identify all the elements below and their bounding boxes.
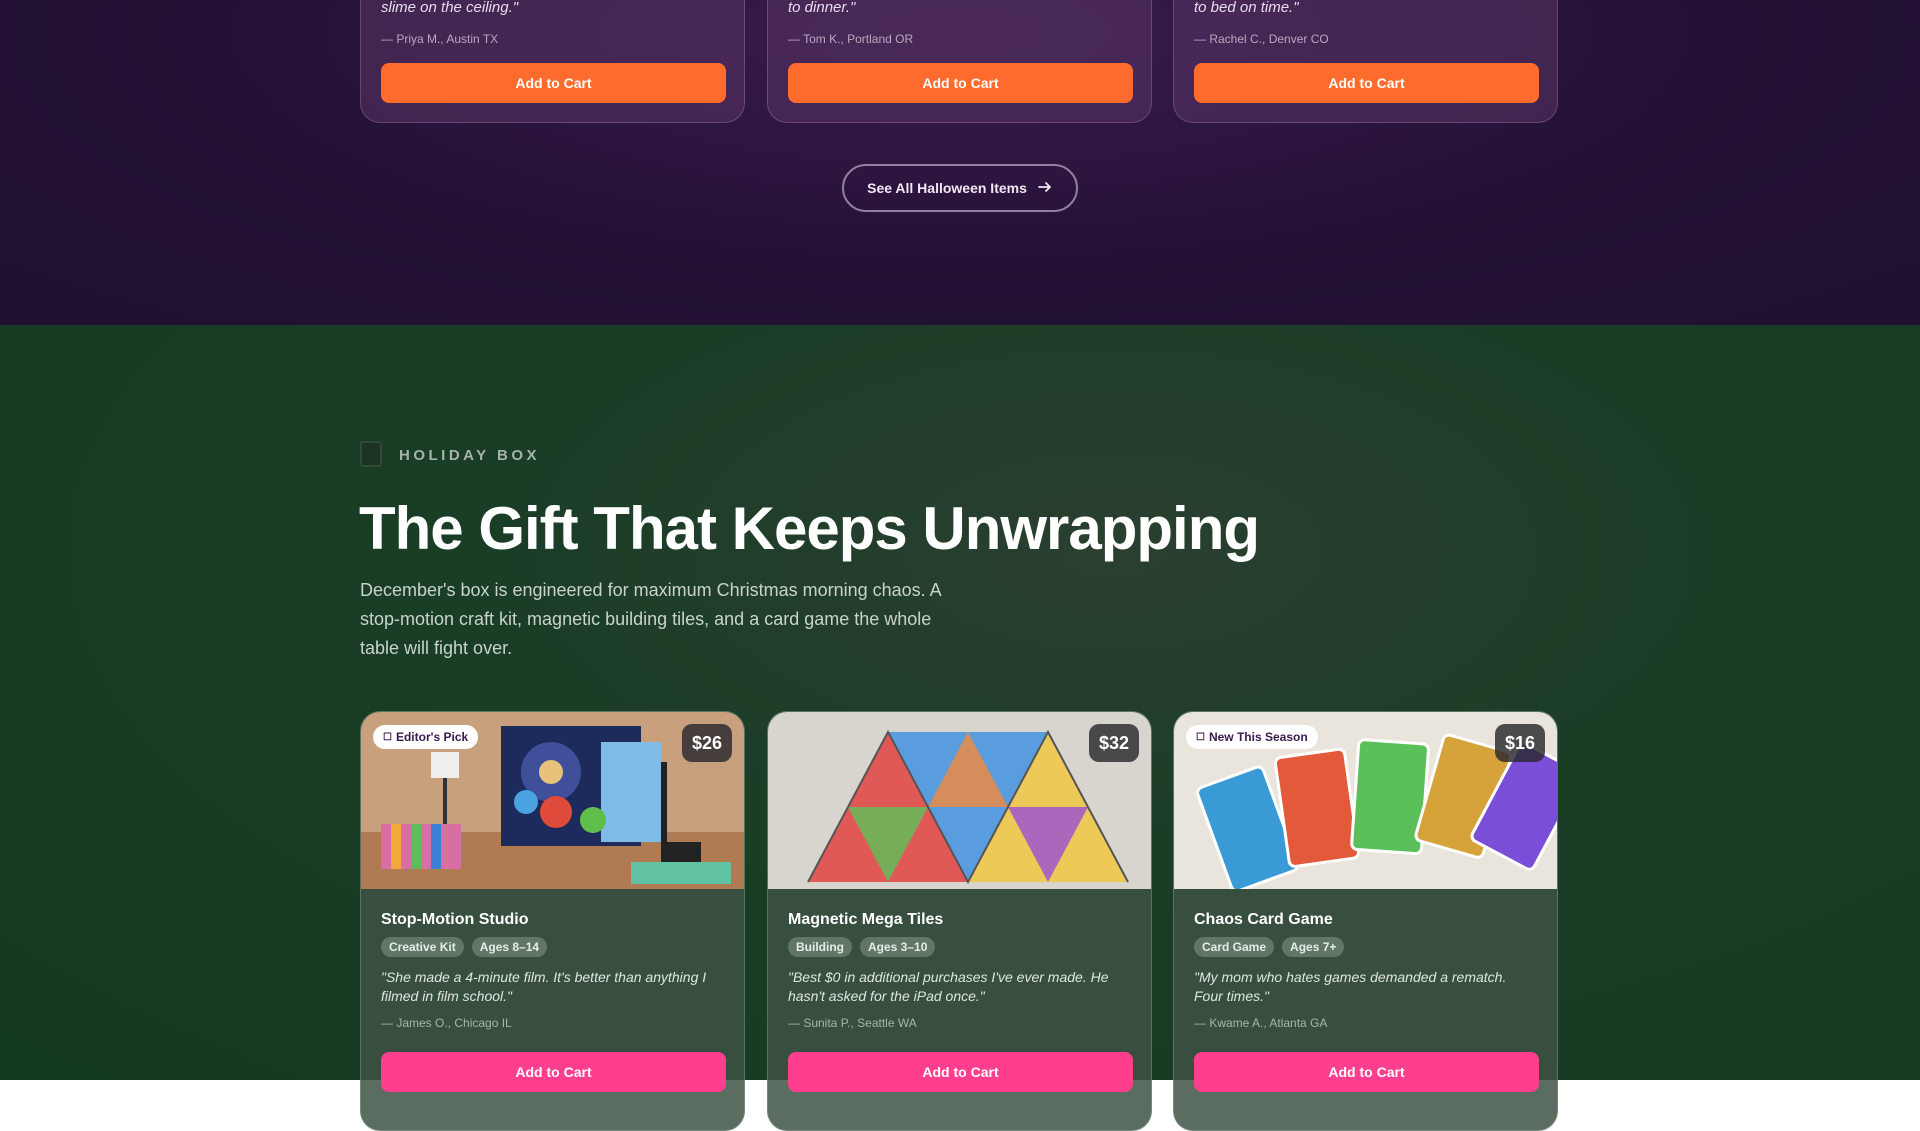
holiday-product-card: ☐ Editor's Pick $26 Stop-Motion Studio C… <box>360 711 745 1131</box>
halloween-product-card: to bed on time." — Rachel C., Denver CO … <box>1173 0 1558 123</box>
review-quote: "Best $0 in additional purchases I've ev… <box>788 969 1109 1004</box>
badge-label: Editor's Pick <box>395 730 469 744</box>
star-icon: ☐ <box>1196 731 1205 743</box>
add-to-cart-button[interactable]: Add to Cart <box>381 63 726 103</box>
add-to-cart-button[interactable]: Add to Cart <box>1194 1052 1539 1092</box>
badge-label: New This Season <box>1208 730 1308 744</box>
product-tags: Creative Kit Ages 8–14 <box>381 937 548 957</box>
age-tag: Ages 3–10 <box>860 937 936 957</box>
halloween-product-card: to dinner." — Tom K., Portland OR Add to… <box>767 0 1152 123</box>
section-headline: The Gift That Keeps Unwrapping <box>359 495 1260 562</box>
section-eyebrow: HOLIDAY BOX <box>399 447 541 464</box>
star-icon: ☐ <box>383 731 392 743</box>
review-quote: slime on the ceiling." <box>381 0 519 16</box>
age-tag: Ages 8–14 <box>471 937 548 957</box>
review-author: — Tom K., Portland OR <box>788 32 914 46</box>
holiday-product-card: $32 Magnetic Mega Tiles Building Ages 3–… <box>767 711 1152 1131</box>
age-tag: Ages 7+ <box>1282 937 1345 957</box>
product-tags: Card Game Ages 7+ <box>1194 937 1345 957</box>
add-to-cart-button[interactable]: Add to Cart <box>788 1052 1133 1092</box>
product-badge: ☐ New This Season <box>1186 725 1318 749</box>
product-badge: ☐ Editor's Pick <box>373 725 479 749</box>
review-quote: "She made a 4-minute film. It's better t… <box>381 969 707 1004</box>
product-tags: Building Ages 3–10 <box>788 937 936 957</box>
price-tag: $16 <box>1494 724 1545 762</box>
holiday-product-card: ☐ New This Season $16 Chaos Card Game Ca… <box>1173 711 1558 1131</box>
section-description: December's box is engineered for maximum… <box>360 580 941 658</box>
price-tag: $32 <box>1088 724 1139 762</box>
product-name: Magnetic Mega Tiles <box>788 911 944 928</box>
review-quote: to dinner." <box>788 0 856 16</box>
product-name: Stop-Motion Studio <box>381 911 529 928</box>
add-to-cart-button[interactable]: Add to Cart <box>788 63 1133 103</box>
category-tag: Creative Kit <box>381 937 464 957</box>
see-all-halloween-button[interactable]: See All Halloween Items <box>842 164 1078 212</box>
review-author: — James O., Chicago IL <box>381 1016 512 1030</box>
review-quote: "My mom who hates games demanded a remat… <box>1194 969 1507 1004</box>
category-tag: Card Game <box>1194 937 1275 957</box>
gift-box-icon <box>360 441 382 467</box>
add-to-cart-button[interactable]: Add to Cart <box>381 1052 726 1092</box>
product-name: Chaos Card Game <box>1194 911 1333 928</box>
review-quote: to bed on time." <box>1194 0 1299 16</box>
review-author: — Sunita P., Seattle WA <box>788 1016 917 1030</box>
add-to-cart-button[interactable]: Add to Cart <box>1194 63 1539 103</box>
review-author: — Priya M., Austin TX <box>381 32 499 46</box>
review-author: — Kwame A., Atlanta GA <box>1194 1016 1328 1030</box>
review-author: — Rachel C., Denver CO <box>1194 32 1329 46</box>
arrow-right-icon <box>1037 179 1053 198</box>
see-all-label: See All Halloween Items <box>867 180 1027 196</box>
price-tag: $26 <box>681 724 732 762</box>
category-tag: Building <box>788 937 852 957</box>
halloween-product-card: slime on the ceiling." — Priya M., Austi… <box>360 0 745 123</box>
halloween-section: slime on the ceiling." — Priya M., Austi… <box>0 0 1920 325</box>
